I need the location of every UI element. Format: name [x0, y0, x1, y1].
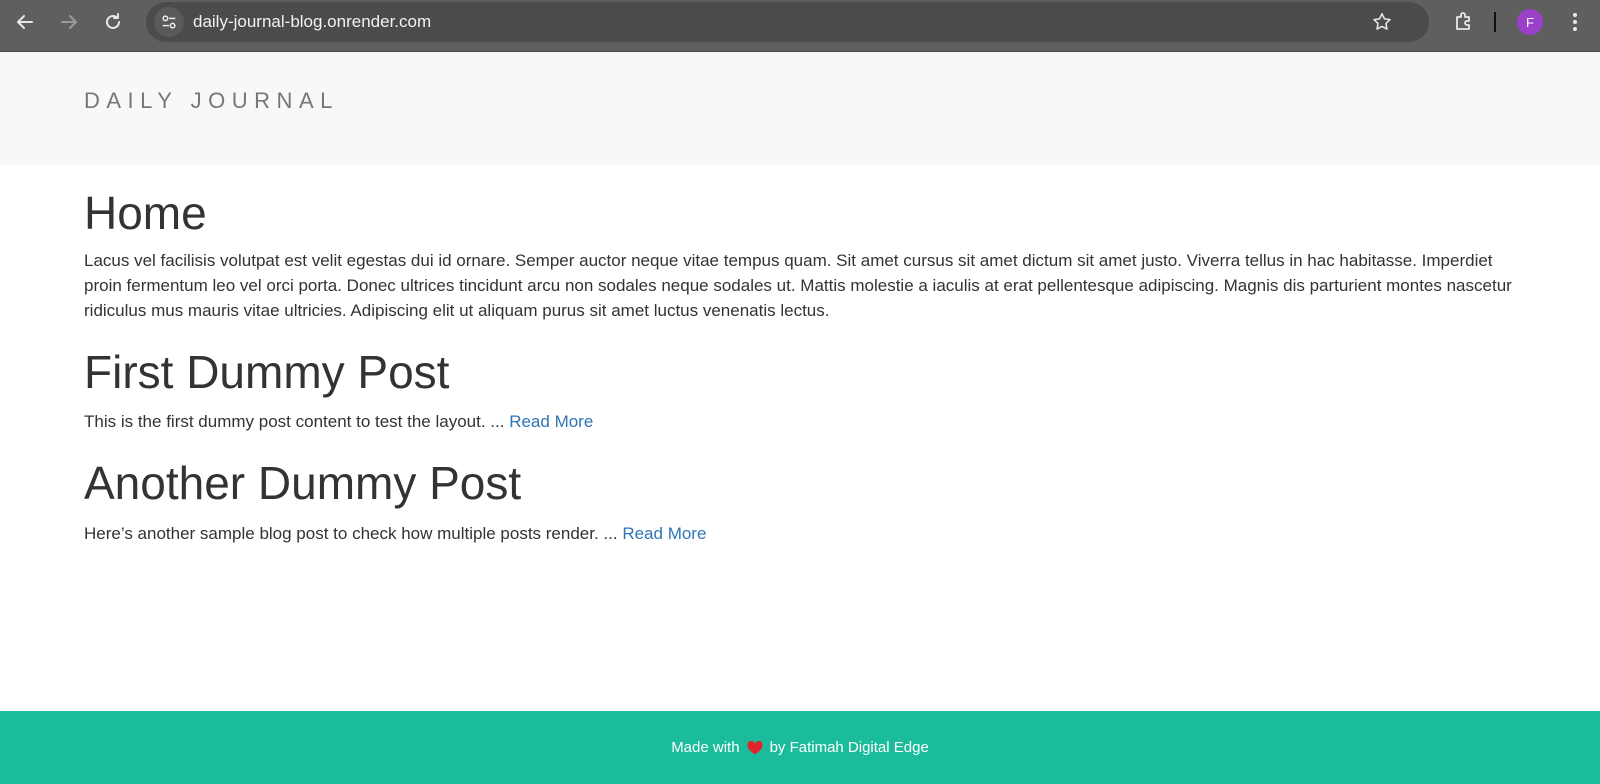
- site-info-icon: [162, 15, 176, 29]
- site-footer: Made with by Fatimah Digital Edge: [0, 711, 1600, 784]
- footer-made-with: Made with: [671, 739, 740, 756]
- post-item: Another Dummy Post Here’s another sample…: [84, 458, 1524, 546]
- browser-toolbar: daily-journal-blog.onrender.com F: [0, 0, 1600, 52]
- read-more-link[interactable]: Read More: [509, 412, 593, 431]
- kebab-menu-icon[interactable]: [1565, 9, 1585, 35]
- site-header: DAILY JOURNAL: [0, 52, 1600, 165]
- home-intro-text: Lacus vel facilisis volutpat est velit e…: [84, 250, 1512, 320]
- post-excerpt: This is the first dummy post content to …: [84, 409, 1524, 434]
- site-info-button[interactable]: [154, 7, 184, 37]
- back-button[interactable]: [10, 7, 40, 37]
- star-icon[interactable]: [1371, 11, 1393, 33]
- post-excerpt-text: Here’s another sample blog post to check…: [84, 523, 618, 543]
- page-title: Home: [84, 187, 207, 239]
- extensions-icon[interactable]: [1452, 10, 1476, 34]
- forward-button[interactable]: [54, 7, 84, 37]
- reload-button[interactable]: [98, 7, 128, 37]
- main-content: Home Lacus vel facilisis volutpat est ve…: [84, 165, 1524, 546]
- back-arrow-icon: [17, 15, 33, 29]
- url-text[interactable]: daily-journal-blog.onrender.com: [193, 12, 431, 32]
- address-bar[interactable]: daily-journal-blog.onrender.com: [146, 2, 1429, 42]
- heart-icon: [747, 740, 763, 754]
- forward-arrow-icon: [61, 15, 77, 29]
- toolbar-separator: [1494, 12, 1496, 32]
- reload-icon: [106, 13, 120, 29]
- footer-author: by Fatimah Digital Edge: [769, 739, 929, 756]
- post-excerpt: Here’s another sample blog post to check…: [84, 521, 1524, 546]
- profile-avatar[interactable]: F: [1517, 9, 1543, 35]
- read-more-link[interactable]: Read More: [622, 524, 706, 543]
- post-title: Another Dummy Post: [84, 457, 522, 510]
- post-excerpt-text: This is the first dummy post content to …: [84, 412, 505, 432]
- post-title: First Dummy Post: [84, 345, 450, 398]
- brand-logo-link[interactable]: DAILY JOURNAL: [84, 88, 339, 114]
- post-item: First Dummy Post This is the first dummy…: [84, 345, 1524, 435]
